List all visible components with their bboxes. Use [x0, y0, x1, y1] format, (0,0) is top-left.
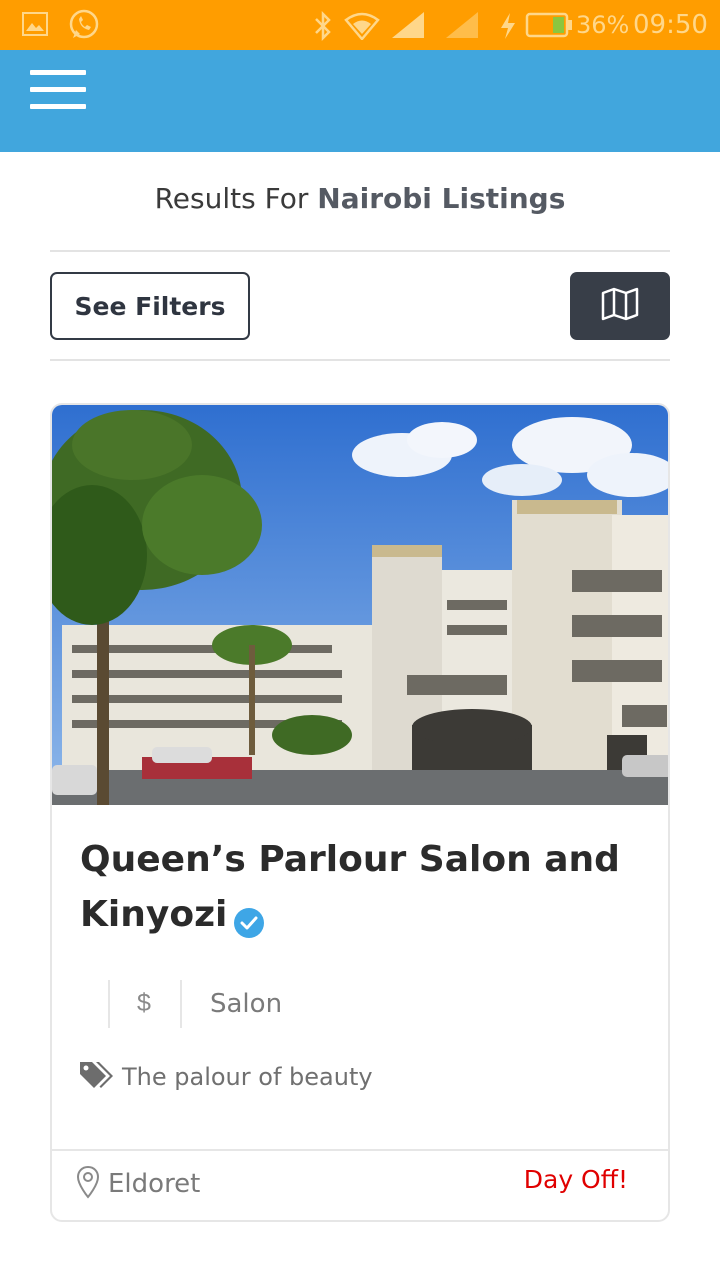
results-heading: Results For Nairobi Listings: [0, 182, 720, 215]
map-view-button[interactable]: [570, 272, 670, 340]
battery-percent: 36%: [576, 11, 630, 39]
results-prefix: Results For: [154, 182, 309, 215]
status-bar: 36% 09:50: [0, 0, 720, 50]
see-filters-button[interactable]: See Filters: [50, 272, 250, 340]
bluetooth-icon: [313, 10, 333, 46]
price-level: $: [137, 989, 151, 1017]
listing-photo[interactable]: [52, 405, 668, 805]
divider: [50, 250, 670, 252]
divider: [50, 359, 670, 361]
results-query: Nairobi Listings: [317, 182, 566, 215]
wifi-icon: [344, 12, 380, 45]
listing-title-text: Queen’s Parlour Salon and Kinyozi: [80, 839, 620, 935]
listing-card[interactable]: Queen’s Parlour Salon and Kinyozi $ Salo…: [50, 403, 670, 1222]
open-status: Day Off!: [523, 1165, 628, 1194]
listing-tagline: The palour of beauty: [122, 1063, 373, 1091]
signal-icon: [390, 10, 426, 45]
battery-icon: [525, 12, 573, 43]
listing-category[interactable]: Salon: [210, 989, 282, 1019]
location-pin-icon: [76, 1165, 100, 1204]
app-bar: [0, 50, 720, 152]
hamburger-menu-icon[interactable]: [30, 70, 86, 110]
charging-icon: [498, 12, 518, 45]
tags-icon: [78, 1060, 114, 1095]
map-icon: [601, 287, 639, 326]
whatsapp-icon: [68, 9, 100, 46]
listing-location[interactable]: Eldoret: [108, 1169, 200, 1199]
verified-badge-icon: [233, 900, 265, 938]
clock: 09:50: [633, 10, 708, 40]
listing-title[interactable]: Queen’s Parlour Salon and Kinyozi: [80, 832, 640, 942]
listing-footer: Eldoret Day Off!: [52, 1149, 668, 1220]
divider: [108, 980, 110, 1028]
image-icon: [22, 12, 48, 41]
signal-icon: [444, 10, 480, 45]
divider: [180, 980, 182, 1028]
